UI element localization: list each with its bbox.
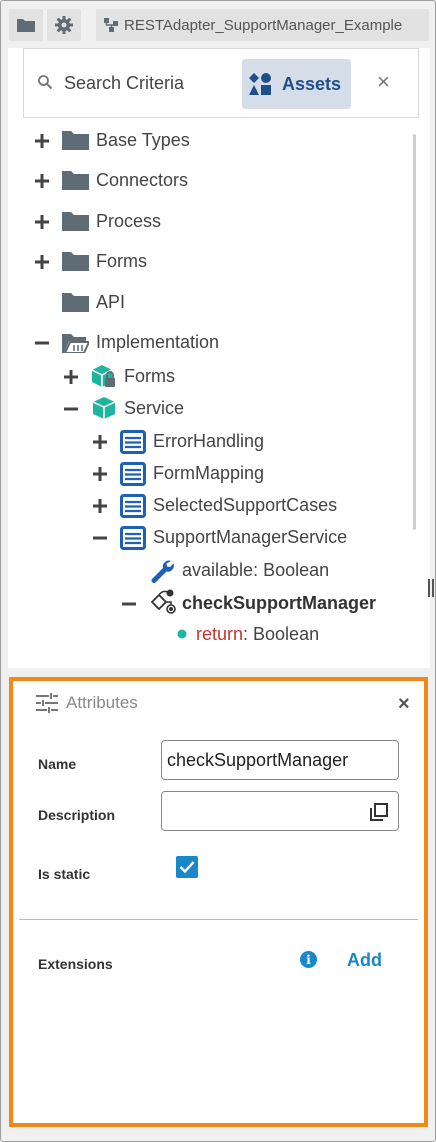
folder-icon [62,293,89,312]
attributes-title: Attributes [66,693,138,712]
service-document-icon [120,462,146,486]
add-extension-button[interactable]: Add [347,950,382,971]
attribute-type: : Boolean [253,560,330,580]
extensions-label: Extensions [38,956,113,972]
expand-icon[interactable] [90,432,110,452]
tree-item-label: ErrorHandling [153,431,265,451]
wrench-icon [151,560,174,583]
expand-icon[interactable] [32,171,52,191]
service-document-icon [120,430,146,454]
folder-icon [17,19,35,32]
package-icon [92,397,116,419]
settings-button[interactable] [47,9,81,41]
locked-package-icon [91,365,115,387]
project-path[interactable]: RESTAdapter_SupportManager_Example [96,9,429,41]
divider [19,919,418,920]
status-dot-icon [177,629,187,639]
is-static-label: Is static [38,866,91,882]
folder-icon [62,131,89,150]
attributes-panel: Attributes × Name checkSupportManager De… [9,677,428,1127]
is-static-checkbox[interactable] [176,856,198,878]
sliders-icon [36,693,58,713]
tree-item-label: Implementation [96,332,220,352]
service-document-icon [120,494,146,518]
search-criteria-button[interactable]: Search Criteria [64,73,184,94]
repository-panel: Assets Search Criteria Assets × Base Typ… [8,48,430,668]
assets-icon [249,73,271,95]
project-name: RESTAdapter_SupportManager_Example [124,16,403,34]
collapse-icon[interactable] [119,594,139,614]
check-icon [179,861,195,874]
description-field[interactable] [161,791,399,831]
operation-icon [150,589,176,614]
assets-label: Assets [282,73,342,94]
tree-item-label: checkSupportManager [182,593,377,613]
close-attributes-button[interactable]: × [398,693,410,716]
expand-icon[interactable] [32,131,52,151]
collapse-icon[interactable] [90,528,110,548]
close-search-button[interactable]: × [377,71,390,93]
expand-icon[interactable] [32,252,52,272]
name-label: Name [38,756,77,772]
folder-icon [62,212,89,231]
search-bar: Assets Search Criteria Assets × [23,48,419,118]
tree-item-label: Base Types [96,130,190,150]
info-icon[interactable]: i [300,951,317,968]
tree-item-label: SelectedSupportCases [153,495,338,515]
tree-item-label: API [96,292,126,312]
attribute-name: available [182,560,254,580]
tree-item-label: Service [124,398,185,418]
name-field[interactable]: checkSupportManager [161,740,399,780]
tree-item-label: FormMapping [153,463,265,483]
folder-icon [62,171,89,190]
tree-item-label: Connectors [96,170,189,190]
expand-editor-icon[interactable] [370,803,388,821]
assets-button[interactable]: Assets [242,59,351,109]
top-toolbar: RESTAdapter_SupportManager_Example [9,9,429,41]
expand-icon[interactable] [32,212,52,232]
tree-item-label: Process [96,211,162,231]
tree-item-label: Forms [124,366,175,386]
hierarchy-icon [104,18,118,32]
app-frame: RESTAdapter_SupportManager_Example Asset… [0,0,436,1142]
expand-icon[interactable] [90,496,110,516]
folder-button[interactable] [9,9,43,41]
collapse-icon[interactable] [61,399,81,419]
folder-icon [62,252,89,271]
return-type: : Boolean [243,624,320,644]
return-name: return [196,624,244,644]
tree-item-label: SupportManagerService [153,527,348,547]
tree-item-label: Forms [96,251,147,271]
search-icon[interactable] [37,74,53,90]
service-document-icon [120,526,146,550]
expand-icon[interactable] [90,464,110,484]
panel-resize-handle[interactable] [428,579,434,597]
gear-icon [55,16,73,34]
description-label: Description [38,807,116,823]
tree-scrollbar[interactable] [413,134,416,530]
collapse-icon[interactable] [32,333,52,353]
expand-icon[interactable] [61,367,81,387]
open-folder-icon [62,334,89,353]
